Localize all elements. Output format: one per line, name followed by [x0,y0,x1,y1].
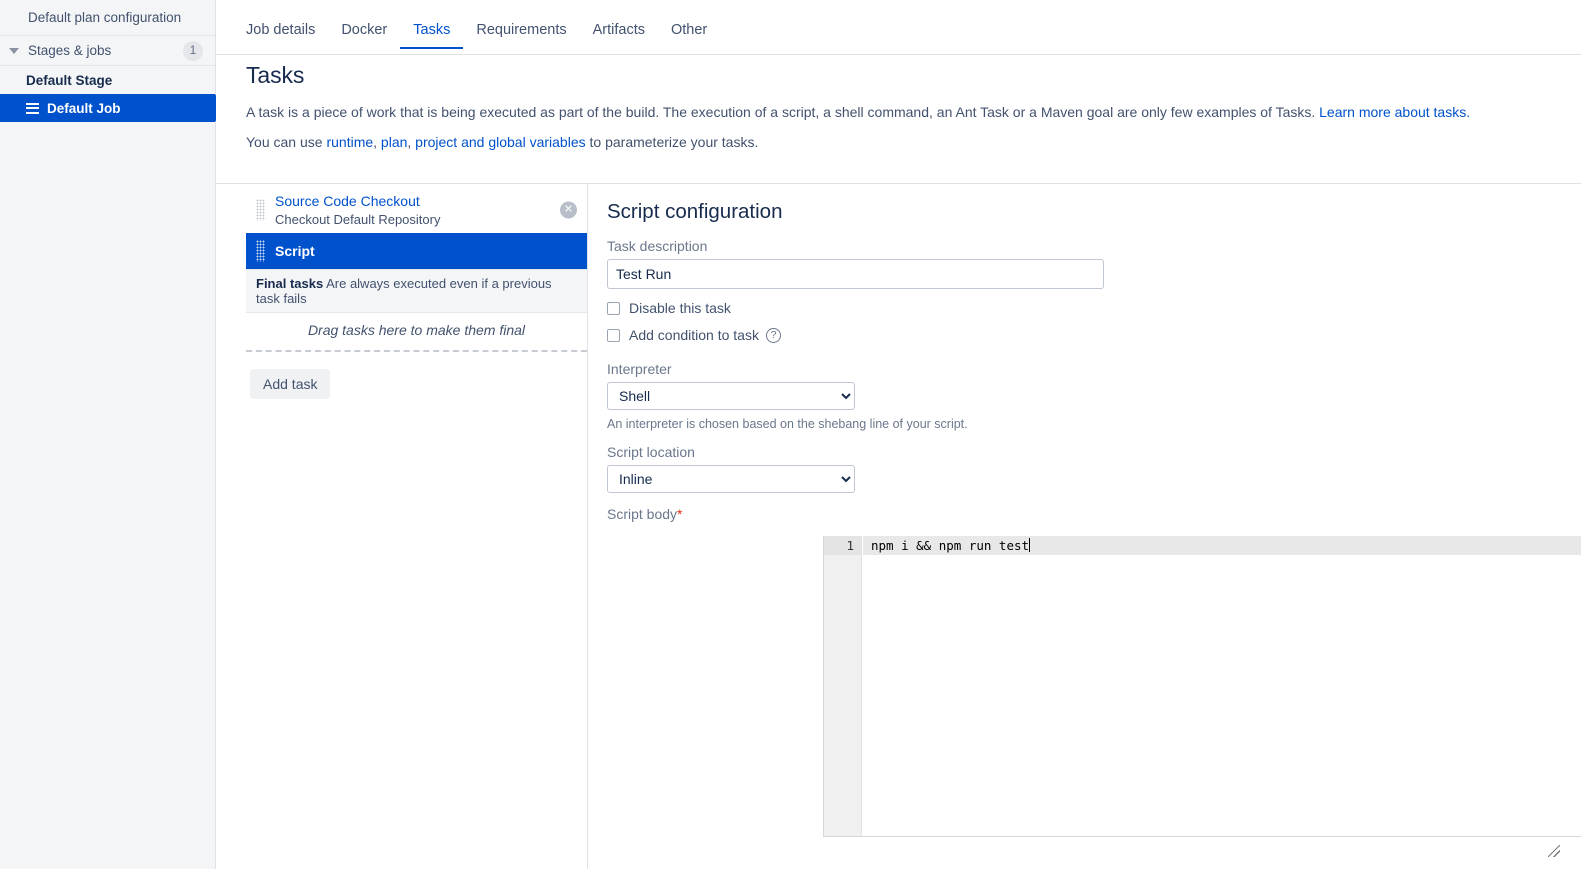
tab-artifacts[interactable]: Artifacts [580,22,658,47]
tab-job-details[interactable]: Job details [246,22,328,47]
task-description-input[interactable] [607,259,1104,289]
chevron-down-icon[interactable] [9,48,19,54]
editor-line-number: 1 [824,536,861,555]
task-list-item-source-code-checkout[interactable]: Source Code Checkout Checkout Default Re… [246,187,587,233]
script-body-text: npm i && npm run test [871,538,1029,553]
content-divider [216,183,1581,184]
add-condition-label: Add condition to task [629,327,759,343]
required-marker: * [677,506,682,522]
variables-intro-paragraph: You can use runtime, plan, project and g… [246,134,758,150]
tab-tasks[interactable]: Tasks [400,22,463,49]
page-title: Tasks [246,62,304,89]
editor-resize-handle[interactable] [1548,845,1560,857]
script-configuration-heading: Script configuration [607,200,1567,224]
drag-handle-icon[interactable] [256,199,265,221]
script-location-label: Script location [607,444,1567,460]
interpreter-select[interactable]: Shell [607,382,855,410]
task-list-item-script[interactable]: Script [246,233,587,269]
variables-sep-2: , [407,134,415,150]
final-tasks-label: Final tasks [256,276,323,291]
learn-more-about-tasks-link[interactable]: Learn more about tasks. [1319,104,1470,120]
sidebar-job-label: Default Job [47,101,121,116]
job-list-icon [26,103,39,114]
sidebar-item-stages-and-jobs[interactable]: Stages & jobs 1 [0,36,215,66]
sidebar-plan-config-label: Default plan configuration [28,10,181,25]
task-description-label: Task description [607,238,1567,254]
drag-handle-icon[interactable] [256,240,265,262]
script-body-label-text: Script body [607,506,677,522]
app-root: Default plan configuration Stages & jobs… [0,0,1581,869]
task-list: Source Code Checkout Checkout Default Re… [246,187,587,399]
variables-intro-suffix: to parameterize your tasks. [586,134,759,150]
panel-vertical-divider [587,184,588,869]
disable-task-row[interactable]: Disable this task [607,300,1567,316]
add-condition-row[interactable]: Add condition to task ? [607,327,1567,343]
add-task-button[interactable]: Add task [250,369,330,399]
task-item-text: Source Code Checkout Checkout Default Re… [275,192,440,228]
tab-bar: Job details Docker Tasks Requirements Ar… [216,22,720,54]
script-body-label: Script body* [607,506,1567,522]
sidebar-stage-label: Default Stage [26,73,112,88]
interpreter-hint: An interpreter is chosen based on the sh… [607,417,1567,431]
stages-count-badge: 1 [183,41,203,61]
tab-requirements[interactable]: Requirements [463,22,579,47]
task-item-title: Script [275,242,315,261]
remove-task-icon[interactable]: ✕ [560,202,577,219]
add-condition-checkbox[interactable] [607,329,620,342]
script-body-editor[interactable]: 1 npm i && npm run test [823,536,1581,837]
disable-task-checkbox[interactable] [607,302,620,315]
task-item-title: Source Code Checkout [275,192,440,211]
final-tasks-banner: Final tasks Are always executed even if … [246,269,587,313]
editor-code-area[interactable]: npm i && npm run test [863,536,1581,837]
main-content: Job details Docker Tasks Requirements Ar… [216,0,1581,869]
tab-other[interactable]: Other [658,22,720,47]
plan-variables-link[interactable]: plan [381,134,407,150]
sidebar-item-default-stage[interactable]: Default Stage [0,66,215,94]
sidebar: Default plan configuration Stages & jobs… [0,0,216,869]
task-item-subtitle: Checkout Default Repository [275,211,440,229]
help-icon[interactable]: ? [766,328,781,343]
tasks-intro-paragraph: A task is a piece of work that is being … [246,104,1470,120]
sidebar-item-default-plan-configuration[interactable]: Default plan configuration [0,0,215,36]
script-location-select[interactable]: Inline [607,465,855,493]
sidebar-item-default-job[interactable]: Default Job [0,94,215,122]
runtime-variables-link[interactable]: runtime [326,134,373,150]
tasks-intro-text: A task is a piece of work that is being … [246,104,1315,120]
sidebar-stages-label: Stages & jobs [28,43,111,58]
disable-task-label: Disable this task [629,300,731,316]
editor-gutter: 1 [824,536,862,837]
tab-bar-divider [216,54,1581,55]
task-configuration-panel: Script configuration Task description Di… [607,200,1567,527]
final-tasks-dropzone-label: Drag tasks here to make them final [308,322,525,338]
final-tasks-dropzone[interactable]: Drag tasks here to make them final [246,313,587,352]
interpreter-label: Interpreter [607,361,1567,377]
project-global-variables-link[interactable]: project and global variables [415,134,585,150]
editor-code-line: npm i && npm run test [871,536,1030,555]
tab-docker[interactable]: Docker [328,22,400,47]
variables-sep-1: , [373,134,381,150]
variables-intro-prefix: You can use [246,134,326,150]
task-item-text: Script [275,242,315,261]
text-caret [1029,538,1030,552]
